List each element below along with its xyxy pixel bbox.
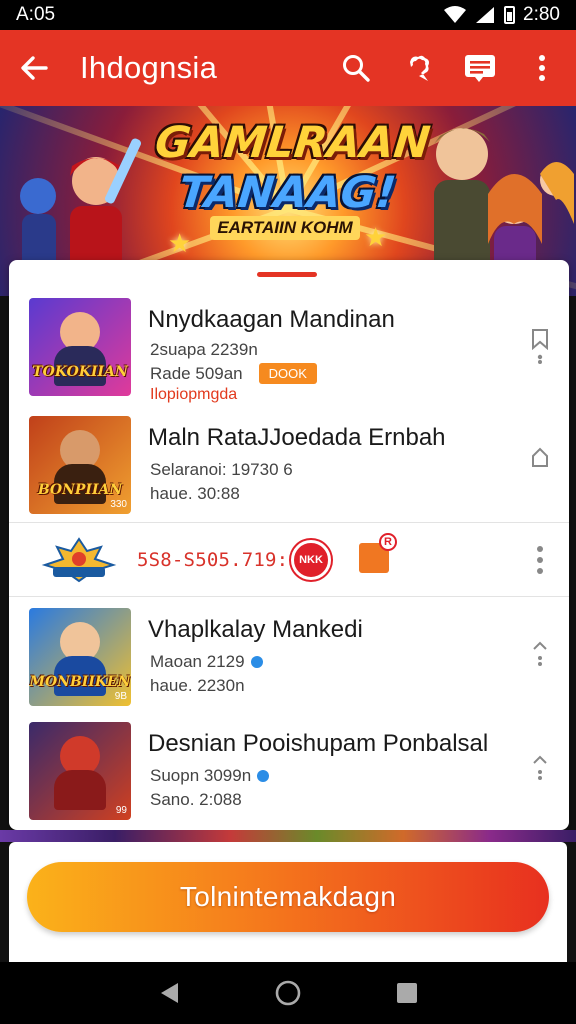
game-meta-2: haue. 30:88: [150, 484, 240, 503]
game-thumbnail: TOKOKIIAN: [29, 298, 131, 396]
game-title: Nnydkaagan Mandinan: [148, 306, 395, 333]
app-bar: Ihdognsia: [0, 30, 576, 106]
game-thumbnail: BONPIIAN 330: [29, 416, 131, 514]
game-title: Maln RataJJoedada Ernbah: [148, 424, 446, 451]
game-title: Vhaplkalay Mankedi: [148, 616, 363, 643]
game-meta: 2suapa 2239n: [150, 340, 258, 359]
list-item[interactable]: 99 Desnian Pooishupam Ponbalsal Suopn 30…: [9, 712, 569, 830]
thumbnail-number: 99: [115, 805, 127, 816]
game-title: Desnian Pooishupam Ponbalsal: [148, 730, 489, 757]
game-meta-text: Rade 509an: [150, 363, 243, 383]
banner-subtitle: EARTAIIN KOHM: [210, 216, 360, 240]
chevron-up-icon: [533, 755, 547, 780]
game-meta-text: Maoan 2129: [150, 652, 245, 671]
thumbnail-number: 330: [110, 499, 127, 510]
game-meta-2: Sano. 2:088: [150, 790, 242, 809]
promo-code: 5S8-S505.719:9n: [137, 549, 312, 571]
game-thumbnail: MONBIIKEN 9B: [29, 608, 131, 706]
circle-home-icon: [275, 980, 301, 1006]
status-bar: A:05 2:80: [0, 0, 576, 30]
nav-recents-button[interactable]: [392, 978, 422, 1008]
game-meta-text: Suopn 3099n: [150, 766, 252, 785]
status-time: A:05: [16, 4, 56, 25]
bookmark-button[interactable]: [527, 328, 553, 368]
wifi-icon: [444, 6, 467, 23]
square-recents-icon: [396, 983, 417, 1003]
game-meta: Suopn 3099n: [150, 766, 270, 786]
chevron-up-icon: [533, 641, 547, 666]
more-vert-icon: [537, 546, 543, 574]
game-thumbnail: 99: [29, 722, 131, 820]
game-meta: Maoan 2129: [150, 652, 263, 672]
list-item[interactable]: BONPIIAN 330 Maln RataJJoedada Ernbah Se…: [9, 406, 569, 524]
star-icon: ★: [364, 222, 388, 252]
game-list-sheet: TOKOKIIAN Nnydkaagan Mandinan 2suapa 223…: [9, 260, 569, 830]
page-title: Ihdognsia: [80, 50, 218, 85]
back-arrow-icon[interactable]: [14, 48, 54, 88]
sheet-drag-handle[interactable]: [257, 272, 317, 277]
banner-title-line2: TANAAG!: [176, 168, 399, 218]
divider: [9, 522, 569, 523]
cell-signal-icon: [476, 7, 495, 23]
game-meta-2: Rade 509an DOOK: [150, 363, 317, 384]
puzzle-icon[interactable]: [398, 48, 438, 88]
game-meta: Selaranoi: 19730 6: [150, 460, 293, 479]
banner-title: GAMLRAAN TANAAG!: [145, 118, 436, 218]
primary-action-button[interactable]: Tolnintemakdagn: [27, 862, 549, 932]
nav-home-button[interactable]: [273, 978, 303, 1008]
thumbnail-label: BONPIIAN: [37, 482, 123, 498]
thumbnail-label: MONBIIKEN: [29, 674, 131, 690]
nav-back-button[interactable]: [154, 978, 184, 1008]
star-icon: ★: [168, 228, 192, 258]
promo-badge[interactable]: NKK: [291, 540, 331, 580]
verified-icon: [257, 770, 270, 782]
thumbnail-number: 9B: [114, 691, 127, 702]
verified-icon: [250, 656, 263, 668]
gift-count-badge: R: [379, 533, 397, 551]
expand-button[interactable]: [527, 752, 553, 792]
battery-icon: [504, 6, 516, 24]
status-badge: DOOK: [258, 363, 317, 384]
background-thumbnails: [0, 830, 576, 842]
expand-button[interactable]: [527, 638, 553, 678]
promo-row[interactable]: 5S8-S505.719:9n NKK R: [9, 525, 569, 595]
more-vert-icon[interactable]: [522, 48, 562, 88]
bottom-action-panel: Tolnintemakdagn: [9, 842, 567, 962]
house-icon: [532, 447, 548, 467]
system-nav-bar: [0, 962, 576, 1024]
triangle-back-icon: [161, 983, 179, 1003]
status-clock: 2:80: [523, 4, 560, 25]
list-item[interactable]: MONBIIKEN 9B Vhaplkalay Mankedi Maoan 21…: [9, 598, 569, 716]
status-icons: 2:80: [444, 4, 560, 26]
bookmark-icon: [532, 329, 548, 350]
search-icon[interactable]: [336, 48, 376, 88]
list-item[interactable]: TOKOKIIAN Nnydkaagan Mandinan 2suapa 223…: [9, 288, 569, 406]
promo-logo: [41, 537, 117, 583]
more-options-button[interactable]: [527, 545, 553, 585]
bookmark-button[interactable]: [527, 446, 553, 486]
game-meta-2: haue. 2230n: [150, 676, 245, 695]
divider: [9, 596, 569, 597]
message-icon[interactable]: [460, 48, 500, 88]
banner-title-line1: GAMLRAAN: [152, 118, 433, 168]
game-link[interactable]: Ilopiopmgda: [150, 386, 237, 404]
thumbnail-label: TOKOKIIAN: [32, 364, 128, 380]
